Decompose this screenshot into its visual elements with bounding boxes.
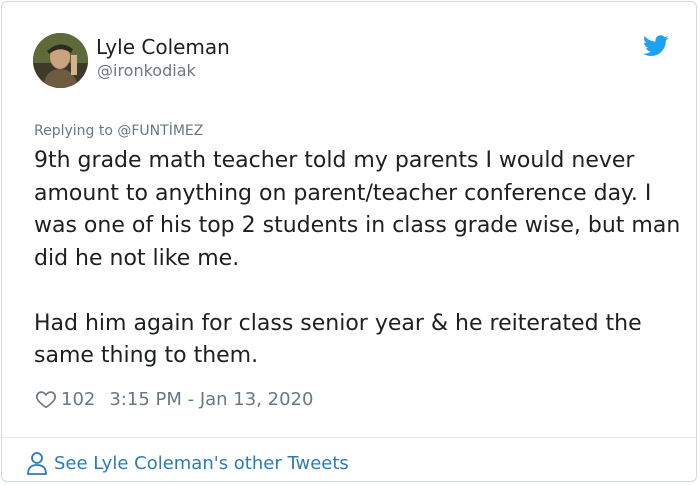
like-count[interactable]: 102 <box>61 389 95 410</box>
heart-icon[interactable] <box>35 388 57 410</box>
timestamp[interactable]: 3:15 PM - Jan 13, 2020 <box>109 389 313 410</box>
tweet-paragraph: 9th grade math teacher told my parents I… <box>34 148 681 271</box>
author-name[interactable]: Lyle Coleman <box>96 35 230 59</box>
avatar[interactable] <box>33 33 88 88</box>
see-other-tweets-link[interactable]: See Lyle Coleman's other Tweets <box>26 449 349 477</box>
tweet-card: Lyle Coleman @ironkodiak Replying to @FU… <box>1 1 697 482</box>
tweet-meta: 102 3:15 PM - Jan 13, 2020 <box>35 385 313 413</box>
reply-context[interactable]: Replying to @FUNTİMEZ <box>34 123 203 139</box>
author-handle[interactable]: @ironkodiak <box>97 61 196 80</box>
tweet-paragraph: Had him again for class senior year & he… <box>34 310 642 369</box>
twitter-bird-icon[interactable] <box>643 35 669 57</box>
tweet-text: 9th grade math teacher told my parents I… <box>34 145 684 373</box>
divider <box>2 437 696 438</box>
see-other-tweets-label[interactable]: See Lyle Coleman's other Tweets <box>54 453 349 474</box>
person-icon <box>27 452 47 475</box>
